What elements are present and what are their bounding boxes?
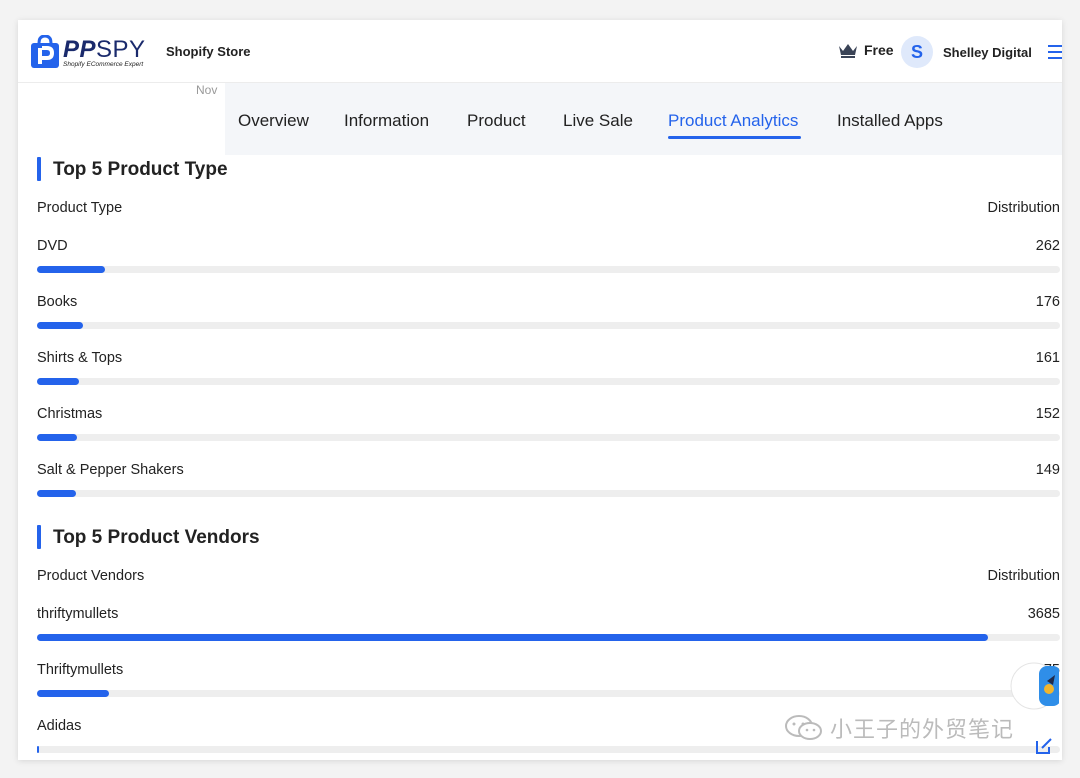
floating-assistant-button[interactable]	[1009, 661, 1061, 711]
rocket-icon	[1010, 662, 1061, 710]
distribution-bar-track	[37, 266, 1060, 273]
tab-product[interactable]: Product	[467, 111, 526, 131]
plan-badge[interactable]: Free	[838, 42, 894, 58]
distribution-bar-fill	[37, 378, 79, 385]
distribution-bar-fill	[37, 266, 105, 273]
section-title-product-type: Top 5 Product Type	[53, 159, 228, 180]
product-type-value: 161	[1035, 350, 1060, 366]
wechat-icon	[785, 715, 822, 740]
distribution-bar-fill	[37, 690, 109, 697]
distribution-bar-track	[37, 690, 1060, 697]
vendor-label: Thriftymullets	[37, 662, 124, 678]
plan-label: Free	[864, 42, 894, 58]
product-type-value: 152	[1035, 406, 1060, 422]
vendor-label: Adidas	[37, 718, 82, 734]
section-accent-bar	[37, 157, 41, 181]
distribution-bar-track	[37, 434, 1060, 441]
column-header-distribution: Distribution	[987, 568, 1060, 584]
shopping-bag-logo-icon	[31, 35, 59, 68]
product-type-value: 176	[1035, 294, 1060, 310]
wechat-watermark: 小王子的外贸笔记	[784, 712, 1014, 744]
column-header-distribution: Distribution	[987, 200, 1060, 216]
active-tab-indicator	[668, 136, 801, 139]
edit-icon[interactable]	[1034, 736, 1054, 756]
top-header: PPSPY Shopify ECommerce Expert Shopify S…	[18, 20, 1062, 83]
user-name[interactable]: Shelley Digital	[943, 45, 1032, 60]
section-title-product-vendors: Top 5 Product Vendors	[53, 527, 260, 548]
distribution-bar-track	[37, 490, 1060, 497]
hamburger-menu-icon[interactable]	[1048, 44, 1062, 60]
column-header-product-type: Product Type	[37, 200, 123, 216]
distribution-bar-fill	[37, 634, 989, 641]
distribution-bar-fill	[37, 746, 40, 753]
vendor-label: thriftymullets	[37, 606, 119, 622]
ppspy-logo[interactable]: PPSPY Shopify ECommerce Expert	[30, 35, 150, 71]
product-type-label: Shirts & Tops	[37, 350, 123, 366]
distribution-bar-track	[37, 378, 1060, 385]
logo-tagline: Shopify ECommerce Expert	[63, 61, 144, 68]
product-type-label: Salt & Pepper Shakers	[37, 462, 184, 478]
vendor-value: 3685	[1027, 606, 1060, 622]
distribution-bar-fill	[37, 434, 77, 441]
store-analytics-card: PPSPY Shopify ECommerce Expert Shopify S…	[18, 20, 1062, 760]
product-type-value: 262	[1035, 238, 1060, 254]
product-type-label: Christmas	[37, 406, 103, 422]
product-type-value: 149	[1035, 462, 1060, 478]
tab-product-analytics[interactable]: Product Analytics	[668, 111, 798, 131]
tab-live-sale[interactable]: Live Sale	[563, 111, 633, 131]
month-label: Nov	[196, 83, 218, 97]
distribution-bar-track	[37, 746, 1060, 753]
distribution-bar-fill	[37, 490, 76, 497]
avatar[interactable]: S	[901, 36, 933, 68]
product-type-label: DVD	[37, 238, 68, 254]
column-header-product-vendors: Product Vendors	[37, 568, 145, 584]
tab-information[interactable]: Information	[344, 111, 429, 131]
logo-wordmark: PPSPY	[63, 36, 146, 63]
distribution-bar-track	[37, 634, 1060, 641]
distribution-bar-track	[37, 322, 1060, 329]
distribution-bar-fill	[37, 322, 84, 329]
tab-installed-apps[interactable]: Installed Apps	[837, 111, 943, 131]
section-accent-bar	[37, 525, 41, 549]
watermark-text: 小王子的外贸笔记	[830, 717, 1015, 742]
tab-overview[interactable]: Overview	[238, 111, 309, 131]
crown-icon	[839, 44, 857, 58]
product-type-label: Books	[37, 294, 78, 310]
store-label: Shopify Store	[166, 44, 251, 59]
